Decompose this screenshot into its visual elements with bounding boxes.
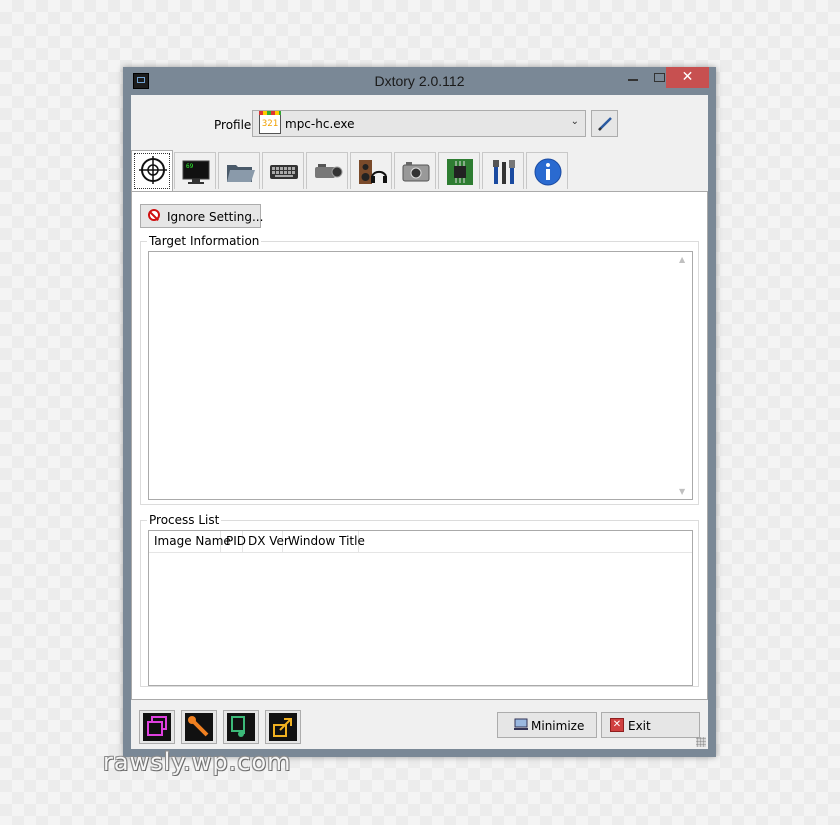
export-icon	[269, 713, 297, 741]
svg-text:69: 69	[186, 163, 194, 170]
prohibited-icon	[148, 209, 160, 221]
exit-icon: ✕	[610, 718, 624, 732]
audio-file-icon	[227, 713, 255, 741]
mpc-hc-clapper-icon: 321	[259, 111, 281, 134]
monitor-icon: 69	[182, 160, 210, 184]
close-window-button[interactable]: ✕	[666, 67, 709, 88]
tab-movie[interactable]	[306, 152, 348, 189]
tab-hotkey[interactable]	[262, 152, 304, 189]
tab-overlay[interactable]: 69	[174, 152, 216, 189]
resize-grip[interactable]	[696, 737, 706, 747]
target-information-label: Target Information	[147, 234, 262, 248]
windows-stack-icon	[143, 713, 171, 741]
tab-advanced[interactable]	[438, 152, 480, 189]
wrench-icon	[185, 713, 213, 741]
tab-tools[interactable]	[482, 152, 524, 189]
tab-info[interactable]	[526, 152, 568, 189]
keyboard-icon	[270, 165, 298, 179]
exit-button[interactable]: ✕ Exit	[601, 712, 700, 738]
minimize-button[interactable]: Minimize	[497, 712, 597, 738]
pencil-icon	[598, 117, 612, 131]
column-header-window-title[interactable]: Window Title	[283, 531, 365, 552]
profile-label: Profile	[214, 118, 252, 132]
wrench-button[interactable]	[181, 710, 217, 744]
dxtory-window: Dxtory 2.0.112 ✕ Profile 321 mpc-hc.exe …	[123, 67, 716, 757]
vertical-scrollbar[interactable]: ▲ ▼	[675, 252, 692, 499]
column-header-pid[interactable]: PID	[221, 531, 246, 552]
chevron-down-icon[interactable]: ⌄	[571, 116, 579, 127]
chip-icon	[447, 159, 473, 185]
audio-file-button[interactable]	[223, 710, 259, 744]
folder-icon	[227, 165, 255, 182]
video-camera-icon	[315, 164, 343, 178]
scroll-up-icon[interactable]: ▲	[679, 255, 685, 264]
windows-stack-button[interactable]	[139, 710, 175, 744]
ignore-setting-button[interactable]: Ignore Setting...	[140, 204, 264, 228]
column-header-image-name[interactable]: Image Name	[149, 531, 231, 552]
client-area: Profile 321 mpc-hc.exe ⌄ 69 Ignore Setti…	[131, 95, 708, 749]
minimize-to-tray-icon	[514, 718, 528, 730]
target-tab-panel: Ignore Setting... Target Information ▲ ▼…	[131, 191, 708, 700]
profile-selected-value: mpc-hc.exe	[285, 117, 355, 131]
tab-target[interactable]	[131, 150, 173, 191]
column-header-dx-ver[interactable]: DX Ver	[243, 531, 289, 552]
crosshair-icon	[139, 156, 167, 184]
exit-label: Exit	[628, 719, 651, 733]
process-list-group: Process List Image Name PID DX Ver Windo…	[140, 513, 699, 687]
tab-strip: 69	[131, 150, 708, 191]
title-bar[interactable]: Dxtory 2.0.112 ✕	[123, 67, 716, 95]
profile-dropdown[interactable]: 321 mpc-hc.exe ⌄	[252, 110, 586, 137]
process-list-label: Process List	[147, 513, 222, 527]
minimize-label: Minimize	[531, 719, 585, 733]
target-information-textarea[interactable]: ▲ ▼	[148, 251, 693, 500]
speaker-headphones-icon	[359, 160, 387, 184]
minimize-window-button[interactable]	[620, 67, 646, 88]
tools-icon	[493, 160, 515, 184]
info-icon	[534, 158, 562, 186]
process-list-header: Image Name PID DX Ver Window Title	[149, 531, 692, 553]
export-button[interactable]	[265, 710, 301, 744]
tab-folder[interactable]	[218, 152, 260, 189]
process-list-table[interactable]: Image Name PID DX Ver Window Title	[148, 530, 693, 686]
tab-screenshot[interactable]	[394, 152, 436, 189]
watermark-text: rawsly.wp.com	[103, 748, 292, 776]
ignore-setting-label: Ignore Setting...	[167, 210, 264, 224]
camera-icon	[402, 162, 430, 182]
target-information-group: Target Information ▲ ▼	[140, 234, 699, 505]
scroll-down-icon[interactable]: ▼	[679, 487, 685, 496]
edit-profile-button[interactable]	[591, 110, 618, 137]
bottom-toolbar: Minimize ✕ Exit	[131, 700, 708, 749]
tab-audio[interactable]	[350, 152, 392, 189]
